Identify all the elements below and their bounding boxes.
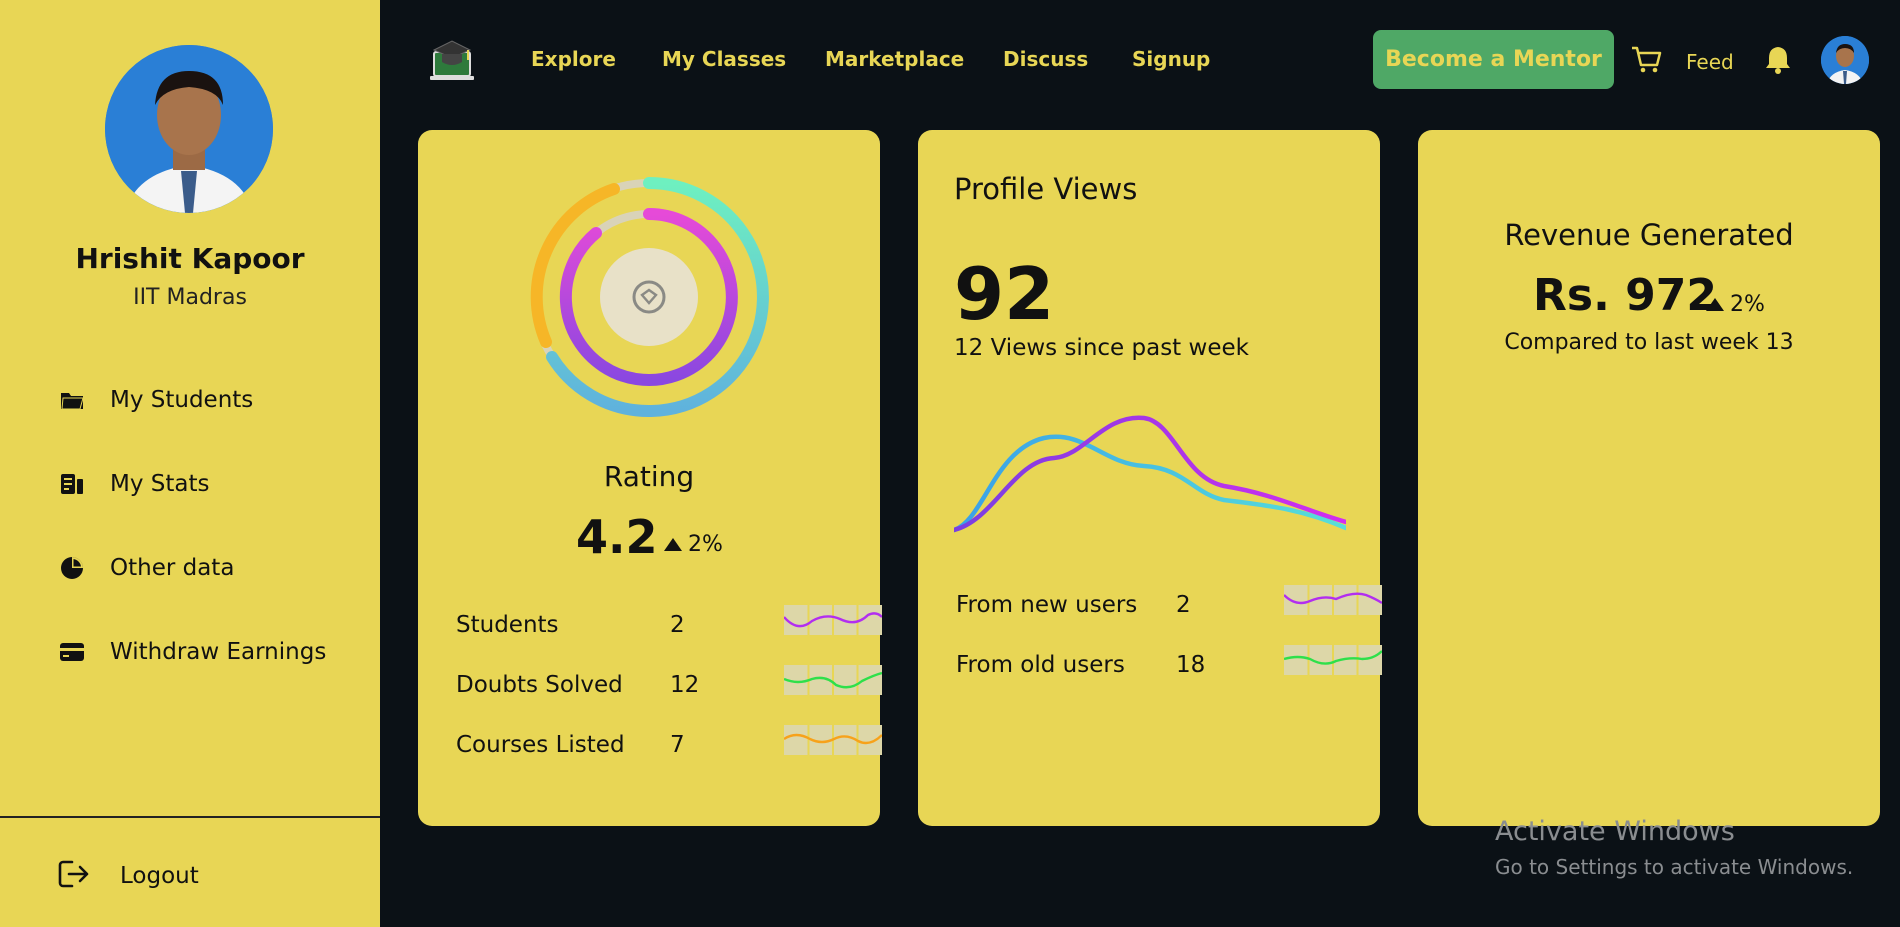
logout-icon [58,859,90,893]
rating-change: 2% [664,532,723,557]
nav-link-explore[interactable]: Explore [531,47,616,71]
stat-label: Doubts Solved [456,672,623,698]
user-avatar[interactable] [1821,36,1869,84]
sidebar-item-label: Withdraw Earnings [110,639,327,665]
new-users-sparkline [1284,585,1382,615]
stat-value: 7 [670,732,685,758]
bell-icon[interactable] [1764,44,1792,78]
graduation-cap-logo-icon[interactable] [428,36,476,84]
nav-link-marketplace[interactable]: Marketplace [825,47,964,71]
source-label: From old users [956,652,1125,678]
become-mentor-button[interactable]: Become a Mentor [1373,30,1614,89]
credit-card-icon [58,638,86,666]
profile-views-line-chart [954,415,1346,533]
sidebar-item-withdraw-earnings[interactable]: Withdraw Earnings [58,632,326,672]
sidebar-item-my-stats[interactable]: My Stats [58,464,209,504]
rating-card: Rating 4.2 2% Students 2 Doubts Solved 1… [418,130,882,826]
profile-views-subtitle: 12 Views since past week [954,335,1249,361]
profile-institute: IIT Madras [133,285,247,310]
doubts-sparkline [784,665,882,695]
source-row-new-users: From new users 2 [956,585,1382,625]
revenue-title: Revenue Generated [1504,218,1794,252]
revenue-change: 2% [1706,292,1765,317]
new-users-line [954,415,1346,533]
sidebar-item-label: My Stats [110,471,210,497]
profile-views-card: Profile Views 92 12 Views since past wee… [918,130,1382,826]
stat-row-students: Students 2 [456,605,882,645]
revenue-value: Rs. 972 [1533,270,1717,321]
logout-label: Logout [120,863,199,889]
feed-link[interactable]: Feed [1686,50,1734,74]
rating-radial-chart [530,177,769,417]
revenue-change-value: 2% [1730,292,1765,317]
source-value: 18 [1176,652,1206,678]
stat-value: 12 [670,672,700,698]
pie-chart-icon [58,554,86,582]
folder-icon [58,386,86,414]
students-sparkline [784,605,882,635]
stat-label: Students [456,612,559,638]
profile-name: Hrishit Kapoor [75,242,305,275]
activate-windows-subtitle: Go to Settings to activate Windows. [1495,855,1854,879]
cart-icon[interactable] [1630,44,1662,78]
nav-link-discuss[interactable]: Discuss [1003,47,1088,71]
sidebar-item-label: Other data [110,555,235,581]
source-label: From new users [956,592,1138,618]
stat-row-courses-listed: Courses Listed 7 [456,725,882,765]
source-value: 2 [1176,592,1191,618]
rating-value: 4.2 [576,510,658,564]
sidebar-divider [0,816,380,818]
profile-avatar [105,45,273,213]
logout-button[interactable]: Logout [58,859,199,893]
rating-label: Rating [603,460,695,493]
up-triangle-icon [664,538,682,551]
sidebar: Hrishit Kapoor IIT Madras My Students My… [0,0,380,927]
nav-link-signup[interactable]: Signup [1132,47,1210,71]
courses-sparkline [784,725,882,755]
rating-change-value: 2% [688,532,723,557]
revenue-card: Revenue Generated Rs. 972 2% Compared to… [1418,130,1880,826]
nav-link-my-classes[interactable]: My Classes [662,47,786,71]
profile-views-title: Profile Views [954,172,1138,206]
source-row-old-users: From old users 18 [956,645,1382,685]
up-triangle-icon [1706,298,1724,311]
stat-label: Courses Listed [456,732,625,758]
sidebar-item-other-data[interactable]: Other data [58,548,234,588]
sidebar-item-label: My Students [110,387,254,413]
stat-value: 2 [670,612,685,638]
activate-windows-title: Activate Windows [1495,816,1735,847]
profile-views-value: 92 [954,252,1055,336]
sidebar-item-my-students[interactable]: My Students [58,380,253,420]
stats-icon [58,470,86,498]
stat-row-doubts-solved: Doubts Solved 12 [456,665,882,705]
revenue-subtitle: Compared to last week 13 [1504,330,1794,355]
old-users-sparkline [1284,645,1382,675]
